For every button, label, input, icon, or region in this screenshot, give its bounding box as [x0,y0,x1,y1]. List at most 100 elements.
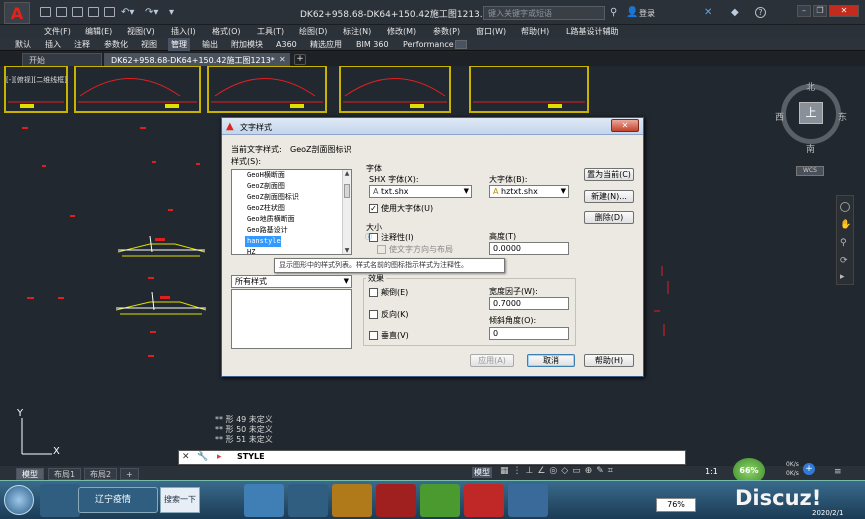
dialog-title-bar[interactable]: ▲ 文字样式 ✕ [222,118,643,135]
viewcube[interactable]: 上 北 南 东 西 WCS [775,78,850,178]
close-tab-icon[interactable]: ✕ [279,55,286,64]
list-item[interactable]: GeoZ剖面图 [232,181,351,192]
taskbar-app-news[interactable]: 辽宁疫情 [78,487,158,513]
scroll-up-icon[interactable]: ▲ [343,170,351,177]
exchange-icon[interactable]: ✕ [704,7,712,18]
drafting-tools-icons[interactable]: ▦⋮⊥∠◎◇▭⊕✎⌗ [500,466,617,476]
menu-insert[interactable]: 插入(I) [171,25,196,38]
close-button[interactable]: ✕ [829,5,859,17]
add-layout-button[interactable]: + [120,468,139,480]
backwards-checkbox[interactable] [369,310,378,319]
tab-output[interactable]: 输出 [199,38,221,51]
pdf-reader-icon[interactable] [464,484,504,517]
menu-file[interactable]: 文件(F) [44,25,71,38]
use-big-font-checkbox[interactable]: ✓ [369,204,378,213]
wcs-menu[interactable]: WCS [796,166,824,176]
oblique-input[interactable]: 0 [489,327,569,340]
tab-performance[interactable]: Performance [400,38,457,51]
taskbar-search-button[interactable]: 搜索一下 [160,487,200,513]
menu-help[interactable]: 帮助(H) [521,25,549,38]
command-input[interactable]: STYLE [237,452,265,461]
delete-style-button[interactable]: 删除(D) [584,211,634,224]
menu-modify[interactable]: 修改(M) [387,25,416,38]
customize-status-icon[interactable]: ≡ [834,467,842,477]
scroll-thumb[interactable] [344,184,350,198]
menu-window[interactable]: 窗口(W) [476,25,506,38]
command-line[interactable]: ▸ STYLE [178,450,686,465]
new-tab-button[interactable]: + [294,54,306,65]
tab-featured-apps[interactable]: 精选应用 [307,38,345,51]
set-current-button[interactable]: 置为当前(C) [584,168,634,181]
new-style-button[interactable]: 新建(N)... [584,190,634,203]
tab-start[interactable]: 开始 [22,53,102,66]
menu-dimension[interactable]: 标注(N) [343,25,371,38]
add-icon[interactable]: + [803,463,815,475]
autocad-taskbar-icon[interactable] [376,484,416,517]
steering-wheel-icon[interactable] [840,202,850,212]
browser-icon[interactable] [244,484,284,517]
binoculars-icon[interactable]: ⚲ [610,7,617,18]
archive-icon[interactable] [332,484,372,517]
styles-list-scrollbar[interactable]: ▲ ▼ [342,170,351,254]
open-icon[interactable] [56,7,67,17]
scroll-down-icon[interactable]: ▼ [343,247,351,254]
help-button[interactable]: 帮助(H) [584,354,634,367]
menu-roadbed-aid[interactable]: L路基设计辅助 [566,25,618,38]
tab-layout2[interactable]: 布局2 [84,468,118,480]
menu-edit[interactable]: 编辑(E) [85,25,112,38]
tab-a360[interactable]: A360 [273,38,300,51]
media-player-icon[interactable] [288,484,328,517]
compass-west[interactable]: 西 [775,110,784,123]
big-font-select[interactable]: A hztxt.shx ▼ [489,185,569,198]
annotation-scale[interactable]: 1:1 [705,467,718,476]
menu-parametric[interactable]: 参数(P) [433,25,460,38]
login-link[interactable]: 登录 [639,8,655,19]
navigation-bar[interactable]: ✋ ⚲ ⟳ ▸ [836,195,854,285]
tab-addins[interactable]: 附加模块 [228,38,266,51]
shx-font-select[interactable]: A txt.shx ▼ [369,185,472,198]
redo-icon[interactable]: ↷▾ [145,7,158,18]
menu-draw[interactable]: 绘图(D) [299,25,327,38]
vertical-checkbox[interactable] [369,331,378,340]
save-icon[interactable] [72,7,83,17]
compass-north[interactable]: 北 [806,80,815,93]
viewcube-top-face[interactable]: 上 [799,102,823,124]
list-item[interactable]: Geo地质横断面 [232,214,351,225]
help-icon[interactable]: ? [755,7,766,18]
menu-tools[interactable]: 工具(T) [257,25,284,38]
styles-list[interactable]: GeoH横断面 GeoZ剖面图 GeoZ剖面图标识 GeoZ柱状图 Geo地质横… [231,169,352,255]
a360-icon[interactable]: ◆ [731,7,739,18]
tab-model[interactable]: 模型 [16,468,44,480]
list-item[interactable]: GeoZ剖面图标识 [232,192,351,203]
pan-icon[interactable]: ✋ [840,220,851,230]
width-factor-input[interactable]: 0.7000 [489,297,569,310]
restore-button[interactable]: ❐ [813,5,827,17]
list-item-selected[interactable]: hanstyle [245,236,281,247]
compass-south[interactable]: 南 [806,142,815,155]
height-input[interactable]: 0.0000 [489,242,569,255]
orbit-icon[interactable]: ⟳ [840,256,848,266]
dialog-close-button[interactable]: ✕ [611,119,639,132]
list-item[interactable]: Geo路基设计 [232,225,351,236]
minimize-button[interactable]: – [797,5,811,17]
tab-default[interactable]: 默认 [12,38,34,51]
list-item[interactable]: GeoH横断面 [232,170,351,181]
new-icon[interactable] [40,7,51,17]
battery-indicator[interactable]: 76% [656,498,696,512]
list-item[interactable]: HZ [232,247,351,254]
file-manager-icon[interactable] [508,484,548,517]
menu-view[interactable]: 视图(V) [127,25,155,38]
cancel-button[interactable]: 取消 [527,354,575,367]
tab-bim360[interactable]: BIM 360 [353,38,392,51]
viewport-label[interactable]: [-][俯视][二维线框] [6,75,67,85]
compass-east[interactable]: 东 [838,110,847,123]
list-item[interactable]: GeoZ柱状图 [232,203,351,214]
style-filter-select[interactable]: 所有样式 ▼ [231,275,352,288]
menu-format[interactable]: 格式(O) [212,25,241,38]
apply-button[interactable]: 应用(A) [470,354,514,367]
autocad-logo-button[interactable]: A [4,2,30,24]
close-command-icon[interactable]: ✕ [182,452,190,462]
zoom-icon[interactable]: ⚲ [840,238,847,248]
tab-manage[interactable]: 管理 [168,38,190,51]
print-icon[interactable] [104,7,115,17]
